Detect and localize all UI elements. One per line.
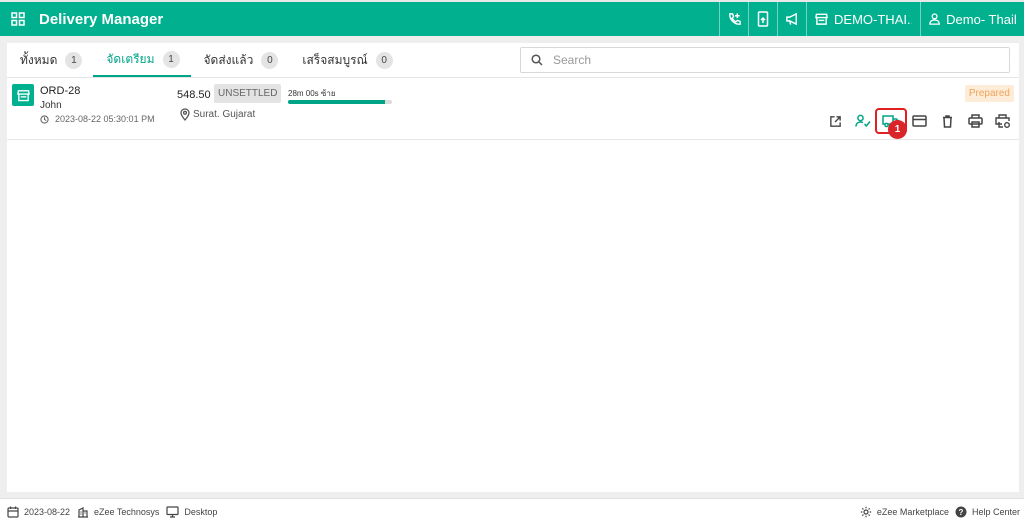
footer-bar: 2023-08-22 eZee Technosys Desktop eZee M… — [0, 498, 1024, 524]
mobile-order-button[interactable] — [748, 2, 777, 36]
store-selector[interactable]: DEMO-THAI... — [806, 2, 920, 36]
timer-text: 28m 00s ซ้าย — [288, 89, 336, 98]
printer-settings-icon — [995, 113, 1010, 128]
calendar-icon — [7, 506, 19, 518]
search-icon — [531, 54, 543, 66]
count-badge: 1 — [162, 50, 180, 68]
order-row[interactable]: ORD-28 John 2023-08-22 05:30:01 PM 548.5… — [7, 78, 1019, 140]
svg-text:?: ? — [959, 508, 964, 517]
payment-status-badge: UNSETTLED — [214, 84, 282, 103]
tab-label: จัดเตรียม — [106, 51, 155, 66]
apps-grid-icon[interactable] — [0, 2, 36, 36]
footer-company: eZee Technosys — [77, 506, 159, 518]
assign-rider-button[interactable] — [849, 110, 877, 132]
gear-icon — [860, 506, 872, 518]
building-icon — [78, 506, 89, 518]
marketplace-label: eZee Marketplace — [876, 507, 949, 517]
annotation-marker: 1 — [888, 120, 907, 139]
delete-order-button[interactable] — [933, 110, 961, 132]
search-input[interactable] — [553, 53, 973, 67]
help-icon: ? — [955, 506, 967, 518]
clock-icon — [40, 114, 49, 124]
count-badge: 1 — [65, 51, 83, 69]
tab-label: ทั้งหมด — [20, 52, 58, 67]
card-icon — [911, 115, 927, 127]
footer-company-text: eZee Technosys — [94, 506, 160, 517]
trash-icon — [942, 114, 952, 128]
order-datetime: 2023-08-22 05:30:01 PM — [40, 114, 155, 124]
open-order-button[interactable] — [821, 110, 849, 132]
store-icon — [815, 13, 828, 25]
search-box — [520, 47, 1010, 73]
timer-progress-fill — [288, 100, 385, 104]
tab-delivered[interactable]: จัดส่งแล้ว 0 — [191, 43, 290, 77]
count-badge: 0 — [261, 51, 279, 69]
app-title: Delivery Manager — [39, 10, 164, 28]
status-tabs: ทั้งหมด 1 จัดเตรียม 1 จัดส่งแล้ว 0 เสร็จ… — [7, 43, 404, 77]
user-check-icon — [855, 114, 871, 128]
help-center-link[interactable]: ? Help Center — [955, 506, 1020, 518]
store-label: DEMO-THAI... — [834, 11, 912, 27]
printer-icon — [967, 114, 983, 128]
footer-device-text: Desktop — [184, 506, 218, 517]
desktop-icon — [166, 505, 180, 518]
print-button[interactable] — [961, 110, 989, 132]
tab-label: เสร็จสมบูรณ์ — [302, 52, 368, 67]
footer-date: 2023-08-22 — [7, 506, 70, 518]
user-menu[interactable]: Demo- Thail... — [920, 2, 1024, 36]
timer-progress-bar — [288, 100, 392, 104]
order-location: Surat. Gujarat — [180, 108, 255, 121]
orders-panel: ทั้งหมด 1 จัดเตรียม 1 จัดส่งแล้ว 0 เสร็จ… — [7, 43, 1019, 492]
order-actions — [821, 108, 1017, 134]
count-badge: 0 — [375, 51, 393, 69]
location-pin-icon — [180, 108, 190, 121]
help-center-label: Help Center — [971, 507, 1020, 517]
tab-preparing[interactable]: จัดเตรียม 1 — [93, 43, 191, 77]
tab-completed[interactable]: เสร็จสมบูรณ์ 0 — [289, 43, 403, 77]
order-id[interactable]: ORD-28 — [40, 85, 80, 97]
marketplace-link[interactable]: eZee Marketplace — [860, 506, 949, 518]
tab-all[interactable]: ทั้งหมด 1 — [7, 43, 93, 77]
order-datetime-text: 2023-08-22 05:30:01 PM — [55, 114, 155, 124]
announcement-button[interactable] — [777, 2, 806, 36]
phone-plus-icon — [728, 12, 741, 25]
print-settings-button[interactable] — [989, 110, 1017, 132]
megaphone-icon — [785, 12, 797, 26]
user-icon — [929, 13, 940, 25]
payment-button[interactable] — [905, 110, 933, 132]
order-store-icon — [12, 84, 34, 106]
order-amount: 548.50 — [177, 89, 211, 101]
order-status-badge: Prepared — [964, 85, 1014, 102]
top-bar: Delivery Manager DEMO-THAI... Demo- Thai… — [0, 0, 1024, 36]
footer-date-text: 2023-08-22 — [24, 506, 71, 517]
external-link-icon — [829, 115, 841, 127]
mobile-icon — [757, 11, 769, 27]
customer-name: John — [40, 100, 62, 111]
tab-label: จัดส่งแล้ว — [203, 52, 254, 67]
footer-device: Desktop — [166, 505, 218, 518]
location-text: Surat. Gujarat — [193, 109, 256, 120]
user-label: Demo- Thail... — [946, 11, 1016, 27]
call-add-button[interactable] — [719, 2, 748, 36]
